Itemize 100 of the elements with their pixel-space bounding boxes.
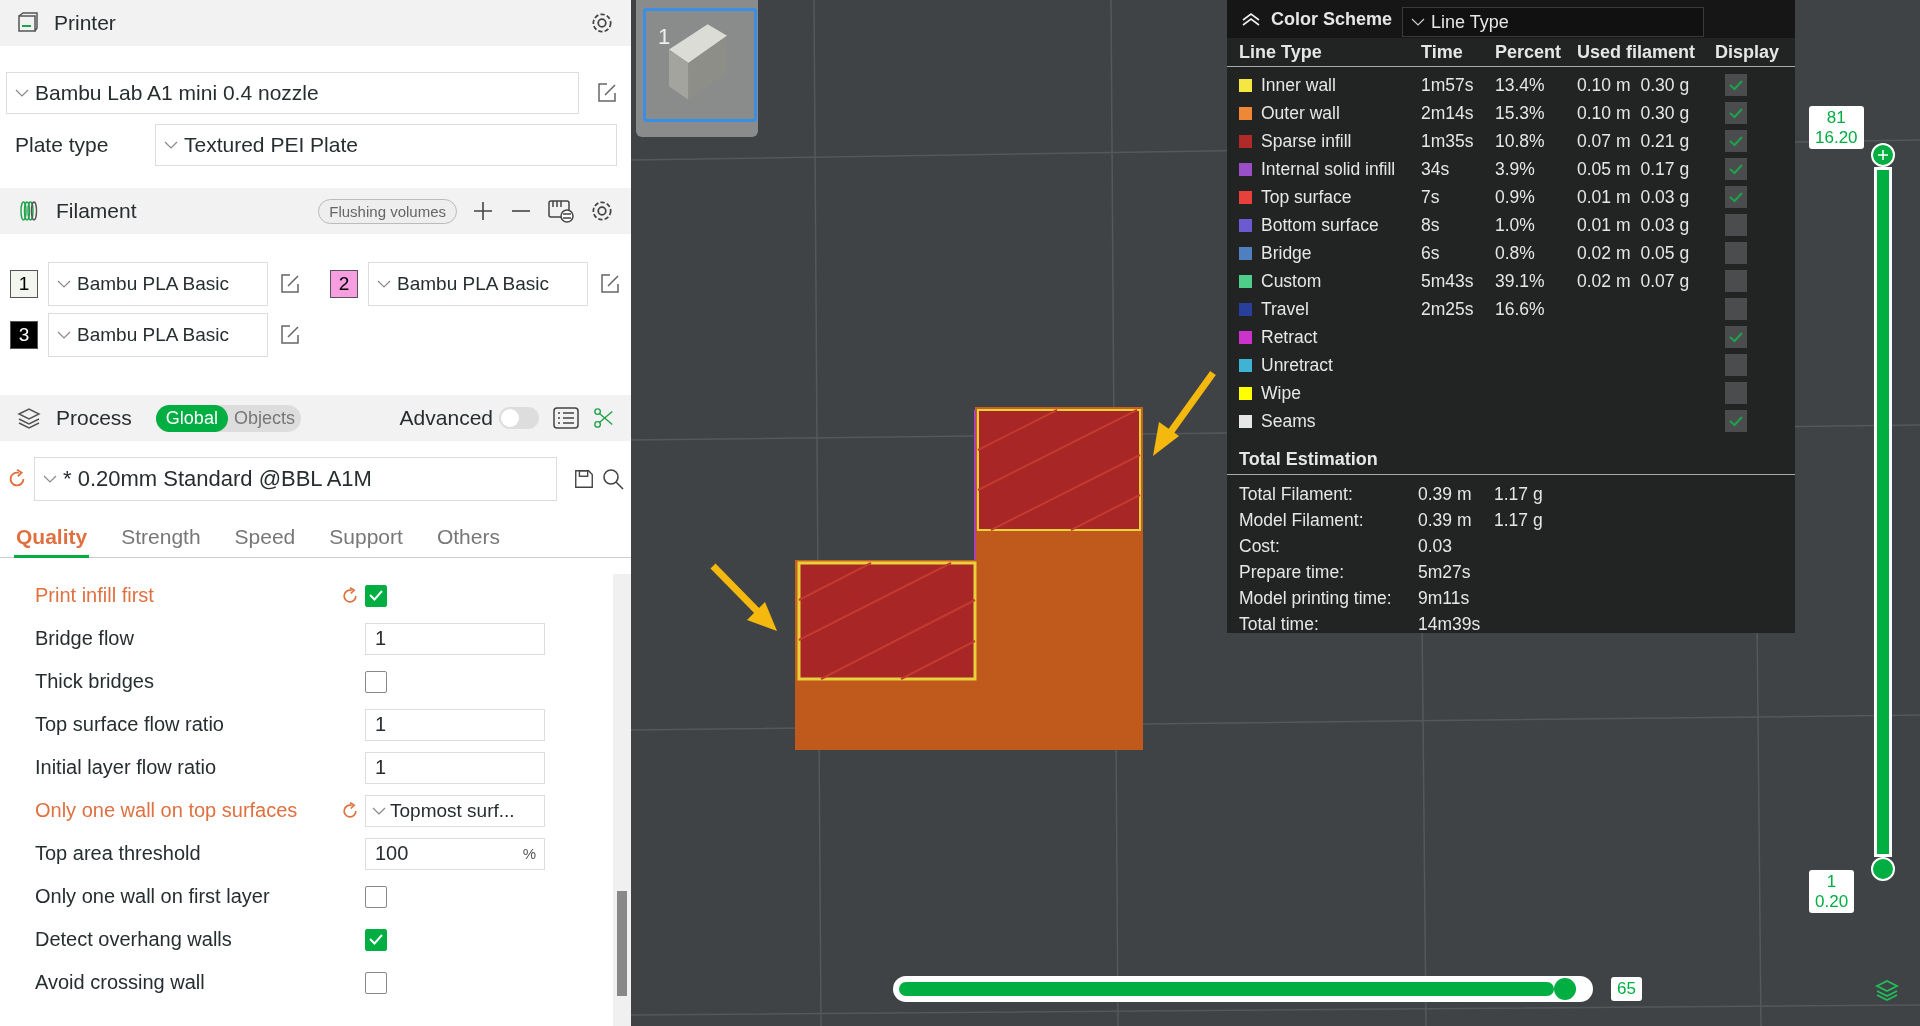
check-icon bbox=[1729, 79, 1743, 91]
color-scheme-dropdown[interactable]: Line Type bbox=[1402, 7, 1705, 37]
setting-label: Print infill first bbox=[35, 584, 155, 607]
display-checkbox[interactable] bbox=[1725, 186, 1747, 208]
edit-icon[interactable] bbox=[278, 323, 302, 347]
printer-dropdown[interactable]: Bambu Lab A1 mini 0.4 nozzle bbox=[6, 72, 579, 114]
slider-handle[interactable] bbox=[1553, 978, 1576, 1000]
length-value: 0.07 m bbox=[1577, 130, 1631, 152]
display-checkbox[interactable] bbox=[1725, 158, 1747, 180]
slider-handle[interactable] bbox=[1871, 857, 1895, 881]
checkbox[interactable] bbox=[365, 584, 387, 607]
total-label: Model Filament: bbox=[1239, 509, 1365, 531]
display-checkbox[interactable] bbox=[1725, 270, 1747, 292]
total-value: 9m11s bbox=[1418, 587, 1470, 608]
plate-type-label: Plate type bbox=[14, 133, 110, 157]
column-header: Display bbox=[1715, 41, 1781, 63]
layers-icon[interactable] bbox=[1874, 978, 1900, 1002]
layer-label: 1 0.20 bbox=[1809, 870, 1855, 914]
scrollbar-thumb[interactable] bbox=[617, 891, 627, 996]
filament-dropdown[interactable]: Bambu PLA Basic bbox=[368, 262, 588, 306]
move-slider-track[interactable] bbox=[893, 976, 1593, 1002]
column-header: Percent bbox=[1495, 41, 1563, 63]
input-field[interactable]: 1 bbox=[365, 751, 545, 784]
display-checkbox[interactable] bbox=[1725, 214, 1747, 236]
checkbox[interactable] bbox=[365, 971, 387, 994]
checkbox[interactable] bbox=[365, 928, 387, 951]
pointer-arrow bbox=[710, 563, 777, 631]
setting-label: Only one wall on top surfaces bbox=[35, 799, 299, 822]
slider-handle[interactable] bbox=[1871, 143, 1895, 167]
filament-color-swatch[interactable]: 1 bbox=[10, 270, 38, 298]
save-icon[interactable] bbox=[573, 468, 595, 490]
advanced-toggle[interactable] bbox=[499, 407, 539, 429]
percent-value: 39.1% bbox=[1495, 270, 1545, 291]
layers-icon bbox=[16, 406, 42, 430]
search-icon[interactable] bbox=[601, 467, 625, 491]
list-icon[interactable] bbox=[553, 406, 579, 430]
display-checkbox[interactable] bbox=[1725, 74, 1747, 96]
display-checkbox[interactable] bbox=[1725, 354, 1747, 376]
advanced-label: Advanced bbox=[399, 406, 493, 430]
time-value: 1m35s bbox=[1421, 130, 1474, 151]
line-type-name: Sparse infill bbox=[1261, 130, 1352, 152]
time-value: 8s bbox=[1421, 214, 1440, 235]
process-preset-dropdown[interactable]: * 0.20mm Standard @BBL A1M bbox=[34, 457, 557, 501]
settings-tab[interactable]: Support bbox=[327, 521, 405, 558]
percent-value: 15.3% bbox=[1495, 102, 1545, 123]
plate-type-dropdown[interactable]: Textured PEI Plate bbox=[155, 124, 617, 166]
total-label: Total Filament: bbox=[1239, 483, 1354, 505]
checkbox[interactable] bbox=[365, 885, 387, 908]
flushing-volumes-button[interactable]: Flushing volumes bbox=[318, 198, 457, 224]
filament-dropdown[interactable]: Bambu PLA Basic bbox=[48, 262, 268, 306]
sync-icon[interactable] bbox=[547, 198, 575, 224]
chevron-icon bbox=[57, 331, 71, 339]
collapse-icon[interactable] bbox=[1241, 11, 1261, 27]
length-value: 0.02 m bbox=[1577, 270, 1631, 292]
input-field[interactable]: 1 bbox=[365, 708, 545, 741]
weight-value: 0.17 g bbox=[1640, 158, 1690, 180]
line-type-name: Wipe bbox=[1261, 382, 1301, 404]
total-label: Cost: bbox=[1239, 535, 1281, 557]
settings-tab[interactable]: Strength bbox=[119, 521, 203, 558]
weight-value: 0.03 g bbox=[1640, 214, 1690, 236]
display-checkbox[interactable] bbox=[1725, 242, 1747, 264]
settings-tab[interactable]: Others bbox=[434, 521, 502, 558]
filament-color-swatch[interactable]: 2 bbox=[330, 270, 358, 298]
check-icon bbox=[369, 590, 383, 601]
edit-icon[interactable] bbox=[595, 81, 619, 105]
display-checkbox[interactable] bbox=[1725, 326, 1747, 348]
setting-label: Only one wall on first layer bbox=[35, 885, 271, 908]
dropdown[interactable]: Topmost surf... bbox=[365, 794, 545, 827]
checkbox[interactable] bbox=[365, 670, 387, 693]
chevron-icon bbox=[43, 475, 57, 483]
percent-value: 0.8% bbox=[1495, 242, 1535, 263]
line-type-name: Bottom surface bbox=[1261, 214, 1379, 236]
check-icon bbox=[369, 934, 383, 945]
display-checkbox[interactable] bbox=[1725, 382, 1747, 404]
reset-icon[interactable] bbox=[340, 800, 360, 821]
total-value: 1.17 g bbox=[1494, 483, 1543, 504]
check-icon bbox=[1729, 415, 1743, 427]
line-type-name: Top surface bbox=[1261, 186, 1352, 208]
edit-icon[interactable] bbox=[278, 272, 302, 296]
input-field[interactable]: 100 % bbox=[365, 837, 545, 870]
line-type-name: Unretract bbox=[1261, 354, 1333, 376]
reset-icon[interactable] bbox=[340, 585, 360, 606]
display-checkbox[interactable] bbox=[1725, 410, 1747, 432]
settings-tab[interactable]: Speed bbox=[232, 521, 298, 558]
display-checkbox[interactable] bbox=[1725, 102, 1747, 124]
plus-icon[interactable] bbox=[471, 199, 495, 223]
filament-color-swatch[interactable]: 3 bbox=[10, 321, 38, 349]
input-field[interactable]: 1 bbox=[365, 622, 545, 655]
scissors-icon[interactable] bbox=[593, 407, 615, 429]
filament-dropdown[interactable]: Bambu PLA Basic bbox=[48, 313, 268, 357]
display-checkbox[interactable] bbox=[1725, 130, 1747, 152]
column-header: Time bbox=[1421, 41, 1464, 63]
time-value: 2m14s bbox=[1421, 102, 1474, 123]
display-checkbox[interactable] bbox=[1725, 298, 1747, 320]
total-value: 14m39s bbox=[1418, 613, 1481, 634]
edit-icon[interactable] bbox=[598, 272, 622, 296]
layer-slider-track[interactable] bbox=[1874, 167, 1892, 857]
line-type-name: Seams bbox=[1261, 410, 1316, 432]
section-title: Process bbox=[56, 406, 132, 430]
section-title: Printer bbox=[54, 11, 116, 35]
